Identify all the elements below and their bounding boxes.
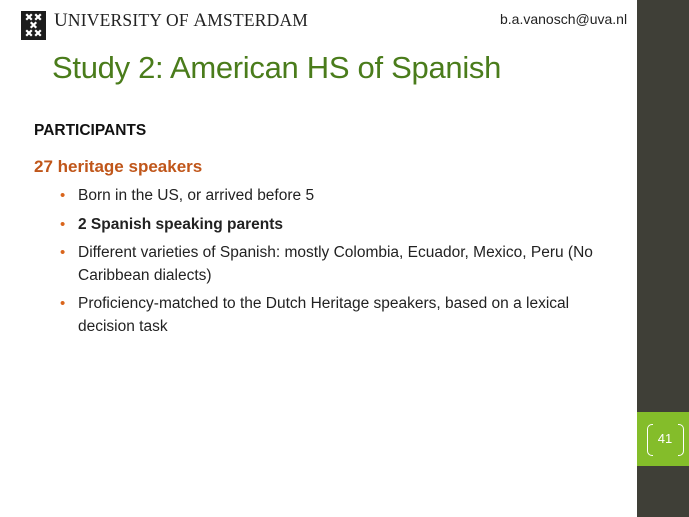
university-name: UNIVERSITY OF AMSTERDAM [54,10,309,31]
author-email: b.a.vanosch@uva.nl [500,11,628,27]
bullet-item: • 2 Spanish speaking parents [60,214,620,237]
bullet-dot: • [60,244,66,261]
subheading: 27 heritage speakers [34,157,203,176]
bullet-text: 2 Spanish speaking parents [78,215,284,233]
bullet-dot: • [60,187,66,204]
bullet-list: • Born in the US, or arrived before 5 • 2 S… [60,185,620,344]
slide: UNIVERSITY OF AMSTERDAM b.a.vanosch@uva.… [0,0,689,517]
page-number: 41 [657,431,673,446]
bullet-text: Born in the US, or arrived before 5 [78,187,315,204]
section-heading: PARTICIPANTS [34,122,147,139]
university-crest-icon [21,11,46,40]
bullet-dot: • [60,215,66,233]
bullet-item: • Proficiency-matched to the Dutch Herita… [60,293,620,338]
bullet-item: • Different varieties of Spanish: mostly … [60,242,620,287]
slide-title: Study 2: American HS of Spanish [52,50,502,85]
bullet-dot: • [60,295,66,312]
bullet-text: Different varieties of Spanish: mostly C… [78,244,593,284]
bullet-item: • Born in the US, or arrived before 5 [60,185,620,208]
bullet-text: Proficiency-matched to the Dutch Heritag… [78,295,570,335]
